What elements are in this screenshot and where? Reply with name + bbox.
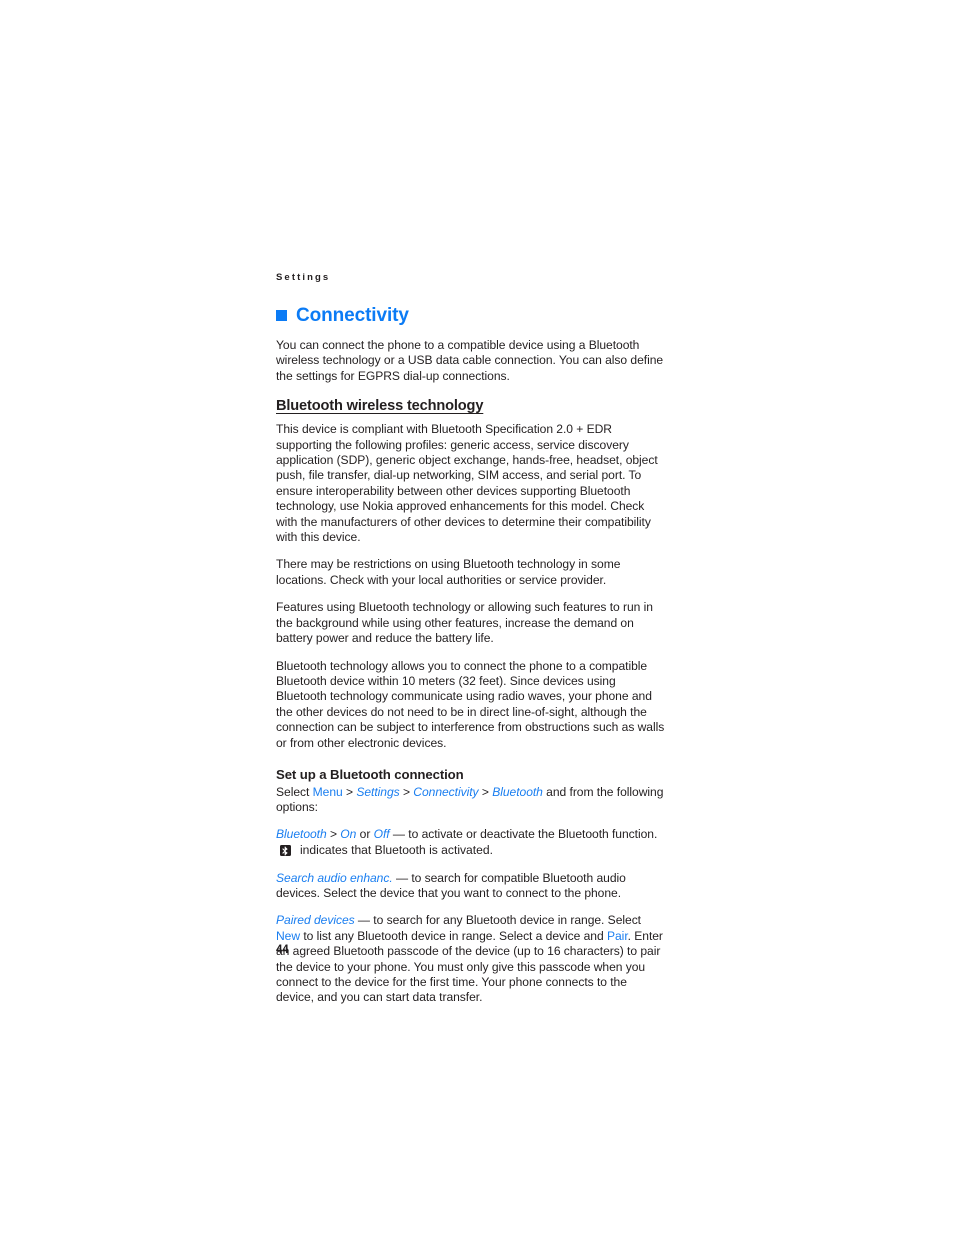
link-pair[interactable]: Pair xyxy=(607,929,628,943)
chapter-title: Connectivity xyxy=(276,304,668,326)
link-bluetooth[interactable]: Bluetooth xyxy=(492,785,543,799)
link-option-on[interactable]: On xyxy=(340,827,356,841)
link-option-search-audio-enhanc[interactable]: Search audio enhanc. xyxy=(276,871,393,885)
section-heading-bluetooth: Bluetooth wireless technology xyxy=(276,398,484,415)
link-menu[interactable]: Menu xyxy=(313,785,343,799)
option-separator: > xyxy=(326,826,341,841)
document-page: Settings Connectivity You can connect th… xyxy=(0,0,954,1235)
bluetooth-status-line: indicates that Bluetooth is activated. xyxy=(276,843,668,858)
page-number: 44 xyxy=(276,944,289,956)
running-header: Settings xyxy=(276,272,331,283)
chapter-title-label: Connectivity xyxy=(296,304,409,326)
subheading-setup-bluetooth: Set up a Bluetooth connection xyxy=(276,766,464,782)
option-bluetooth-line: Bluetooth > On or Off — to activate or d… xyxy=(276,827,668,842)
menu-path-line: Select Menu > Settings > Connectivity > … xyxy=(276,785,668,816)
page-content: Settings Connectivity You can connect th… xyxy=(276,272,668,1018)
link-option-bluetooth[interactable]: Bluetooth xyxy=(276,827,327,841)
option-search-audio-line: Search audio enhanc. — to search for com… xyxy=(276,871,668,902)
link-new[interactable]: New xyxy=(276,929,300,943)
link-connectivity[interactable]: Connectivity xyxy=(413,785,478,799)
chapter-intro-paragraph: You can connect the phone to a compatibl… xyxy=(276,338,664,383)
path-prefix: Select xyxy=(276,784,313,799)
path-separator-3: > xyxy=(478,784,493,799)
bluetooth-paragraph-3: Features using Bluetooth technology or a… xyxy=(276,600,653,646)
filled-square-icon xyxy=(276,309,287,321)
bluetooth-status-icon xyxy=(280,845,291,857)
link-option-paired-devices[interactable]: Paired devices xyxy=(276,913,355,927)
option-bluetooth-description: — to activate or deactivate the Bluetoot… xyxy=(389,826,658,841)
bluetooth-paragraph-1: This device is compliant with Bluetooth … xyxy=(276,422,658,545)
link-option-off[interactable]: Off xyxy=(374,827,390,841)
path-separator-2: > xyxy=(399,784,414,799)
path-separator-1: > xyxy=(342,784,357,799)
link-settings[interactable]: Settings xyxy=(356,785,399,799)
paired-devices-text-2: to list any Bluetooth device in range. S… xyxy=(300,928,607,943)
paired-devices-text-1: — to search for any Bluetooth device in … xyxy=(354,913,641,928)
bluetooth-paragraph-4: Bluetooth technology allows you to conne… xyxy=(276,658,665,750)
option-or-text: or xyxy=(356,826,374,841)
bluetooth-paragraph-2: There may be restrictions on using Bluet… xyxy=(276,557,621,587)
bluetooth-status-text: indicates that Bluetooth is activated. xyxy=(300,843,493,858)
option-paired-devices-line: Paired devices — to search for any Bluet… xyxy=(276,913,668,1005)
